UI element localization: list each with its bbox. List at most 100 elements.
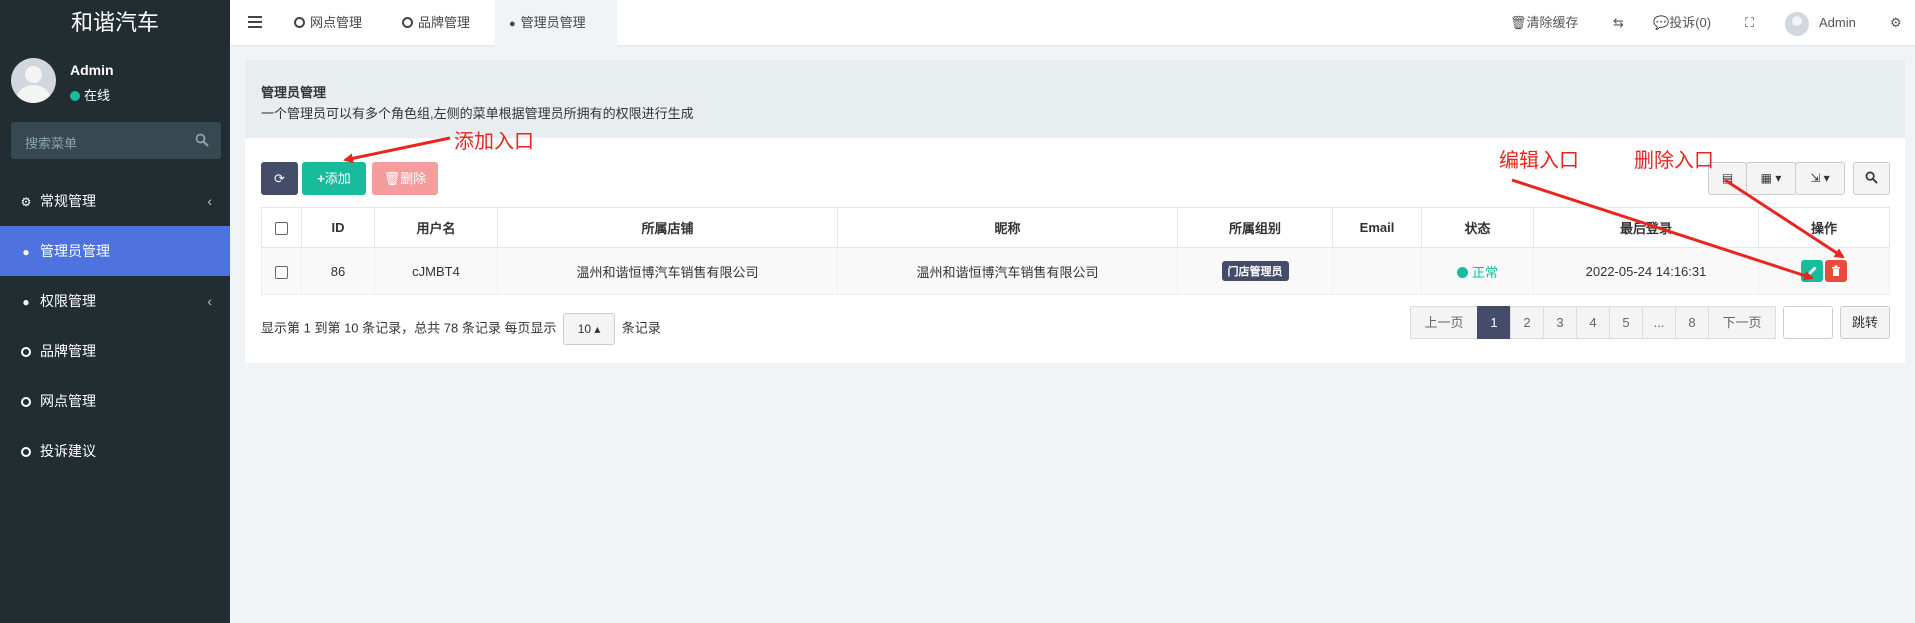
page-button[interactable]: 4 bbox=[1576, 306, 1610, 339]
circle-icon bbox=[21, 347, 31, 357]
select-all-checkbox[interactable] bbox=[275, 222, 288, 236]
col-last-login[interactable]: 最后登录 bbox=[1533, 207, 1759, 248]
user-icon: ● bbox=[509, 18, 516, 30]
cell-group: 门店管理员 bbox=[1177, 247, 1333, 295]
sidebar-item-label: 常规管理 bbox=[40, 193, 96, 209]
cell-email bbox=[1332, 247, 1422, 295]
status-label: 正常 bbox=[1471, 264, 1498, 280]
page-jump-input[interactable] bbox=[1783, 306, 1833, 339]
page-button[interactable]: 2 bbox=[1510, 306, 1544, 339]
prev-page-button[interactable]: 上一页 bbox=[1410, 306, 1478, 339]
col-username[interactable]: 用户名 bbox=[374, 207, 498, 248]
comment-icon: 💬 bbox=[1653, 15, 1670, 30]
cogs-icon: ⚙ bbox=[20, 195, 32, 209]
search-input[interactable]: 搜索菜单 bbox=[11, 122, 221, 159]
cell-store: 温州和谐恒博汽车销售有限公司 bbox=[497, 247, 838, 295]
col-status[interactable]: 状态 bbox=[1421, 207, 1534, 248]
brand-logo[interactable]: 和谐汽车 bbox=[0, 0, 230, 46]
col-id[interactable]: ID bbox=[301, 207, 375, 248]
page-jump-button[interactable]: 跳转 bbox=[1840, 306, 1890, 339]
col-email[interactable]: Email bbox=[1332, 207, 1422, 248]
search-icon[interactable] bbox=[195, 133, 209, 147]
export-button[interactable]: ⇲ ▾ bbox=[1795, 162, 1845, 195]
search-toggle-button[interactable] bbox=[1853, 162, 1890, 195]
tab-label: 品牌管理 bbox=[418, 15, 471, 30]
row-checkbox[interactable] bbox=[275, 265, 288, 279]
chevron-left-icon: ‹ bbox=[207, 293, 212, 309]
search-placeholder: 搜索菜单 bbox=[25, 136, 78, 151]
page-description: 一个管理员可以有多个角色组,左侧的菜单根据管理员所拥有的权限进行生成 bbox=[261, 106, 694, 121]
table-row: 86 cJMBT4 温州和谐恒博汽车销售有限公司 温州和谐恒博汽车销售有限公司 … bbox=[261, 247, 1890, 295]
topbar: 网点管理 品牌管理 ● 管理员管理 🗑清除缓存 ⇆ 💬投诉(0) ⛶ Admin … bbox=[230, 0, 1915, 46]
circle-icon bbox=[294, 17, 305, 28]
tab-label: 网点管理 bbox=[310, 15, 363, 30]
tab-outlet[interactable]: 网点管理 bbox=[280, 0, 376, 46]
tab-brand[interactable]: 品牌管理 bbox=[388, 0, 484, 46]
edit-button[interactable] bbox=[1801, 260, 1823, 282]
trash-icon bbox=[1832, 265, 1840, 276]
user-status: 在线 bbox=[70, 85, 110, 104]
user-status-label: 在线 bbox=[84, 88, 111, 103]
delete-label: 删除 bbox=[400, 171, 427, 186]
table-header-row: ID 用户名 所属店铺 昵称 所属组别 Email 状态 最后登录 操作 bbox=[261, 207, 1890, 248]
col-store[interactable]: 所属店铺 bbox=[497, 207, 838, 248]
cell-nickname: 温州和谐恒博汽车销售有限公司 bbox=[837, 247, 1178, 295]
sidebar-item-admin[interactable]: ● 管理员管理 bbox=[0, 226, 230, 276]
trash-icon: 🗑 bbox=[383, 171, 401, 186]
sidebar: 和谐汽车 Admin 在线 搜索菜单 ⚙ 常规管理 ‹ ● 管理员管理 ● 权限管理 … bbox=[0, 0, 230, 623]
plus-icon: + bbox=[317, 171, 325, 186]
user-icon: ● bbox=[22, 245, 30, 259]
columns-button[interactable]: ▦ ▾ bbox=[1746, 162, 1796, 195]
col-group[interactable]: 所属组别 bbox=[1177, 207, 1333, 248]
status-dot-icon bbox=[1456, 266, 1468, 278]
user-name: Admin bbox=[70, 62, 114, 78]
sidebar-item-auth[interactable]: ● 权限管理 ‹ bbox=[0, 276, 230, 326]
cell-id: 86 bbox=[301, 247, 375, 295]
page-button[interactable]: 3 bbox=[1543, 306, 1577, 339]
pagination-info: 显示第 1 到第 10 条记录，总共 78 条记录 每页显示 10 ▴ 条记录 bbox=[261, 313, 661, 345]
delete-button[interactable]: 🗑删除 bbox=[372, 162, 438, 195]
tab-admin[interactable]: ● 管理员管理 bbox=[495, 0, 617, 46]
admin-menu[interactable]: Admin bbox=[1785, 0, 1856, 46]
cell-last-login: 2022-05-24 14:16:31 bbox=[1533, 247, 1759, 295]
export-icon: ⇲ ▾ bbox=[1810, 171, 1830, 185]
refresh-button[interactable]: ⟳ bbox=[261, 162, 298, 195]
settings-icon[interactable]: ⚙ bbox=[1890, 0, 1902, 46]
page-button[interactable]: 1 bbox=[1477, 306, 1511, 339]
sidebar-item-complaint[interactable]: 投诉建议 bbox=[0, 426, 230, 476]
clear-cache-button[interactable]: 🗑清除缓存 bbox=[1510, 0, 1579, 46]
circle-icon bbox=[21, 447, 31, 457]
refresh-icon: ⟳ bbox=[274, 171, 285, 186]
page-button[interactable]: 8 bbox=[1675, 306, 1709, 339]
cell-username: cJMBT4 bbox=[374, 247, 498, 295]
avatar bbox=[11, 58, 56, 103]
add-button[interactable]: +添加 bbox=[302, 162, 366, 195]
pagination-info-suffix: 条记录 bbox=[621, 320, 661, 336]
translate-icon[interactable]: ⇆ bbox=[1613, 0, 1624, 46]
sidebar-item-brand[interactable]: 品牌管理 bbox=[0, 326, 230, 376]
page-size-select[interactable]: 10 ▴ bbox=[563, 313, 616, 345]
online-dot-icon bbox=[70, 91, 80, 101]
complaints-button[interactable]: 💬投诉(0) bbox=[1653, 0, 1711, 46]
sidebar-item-label: 权限管理 bbox=[40, 293, 96, 309]
page-size-value: 10 bbox=[577, 322, 592, 336]
status-badge: 正常 bbox=[1456, 264, 1498, 280]
fullscreen-icon[interactable]: ⛶ bbox=[1745, 0, 1754, 46]
group-icon: ● bbox=[22, 295, 30, 309]
row-delete-button[interactable] bbox=[1825, 260, 1847, 282]
next-page-button[interactable]: 下一页 bbox=[1708, 306, 1776, 339]
table-icon: ▤ bbox=[1721, 171, 1734, 185]
sidebar-item-general[interactable]: ⚙ 常规管理 ‹ bbox=[0, 176, 230, 226]
select-all-header bbox=[261, 207, 302, 248]
cell-actions bbox=[1758, 247, 1890, 295]
sidebar-item-outlet[interactable]: 网点管理 bbox=[0, 376, 230, 426]
sidebar-item-label: 网点管理 bbox=[40, 393, 96, 409]
col-nickname[interactable]: 昵称 bbox=[837, 207, 1178, 248]
annotation-add: 添加入口 bbox=[454, 131, 534, 153]
page-button[interactable]: 5 bbox=[1609, 306, 1643, 339]
trash-icon: 🗑 bbox=[1510, 15, 1527, 30]
avatar bbox=[1785, 11, 1809, 36]
sidebar-item-label: 投诉建议 bbox=[40, 443, 96, 459]
row-select-cell bbox=[261, 247, 302, 295]
menu-toggle-icon[interactable] bbox=[248, 16, 262, 28]
